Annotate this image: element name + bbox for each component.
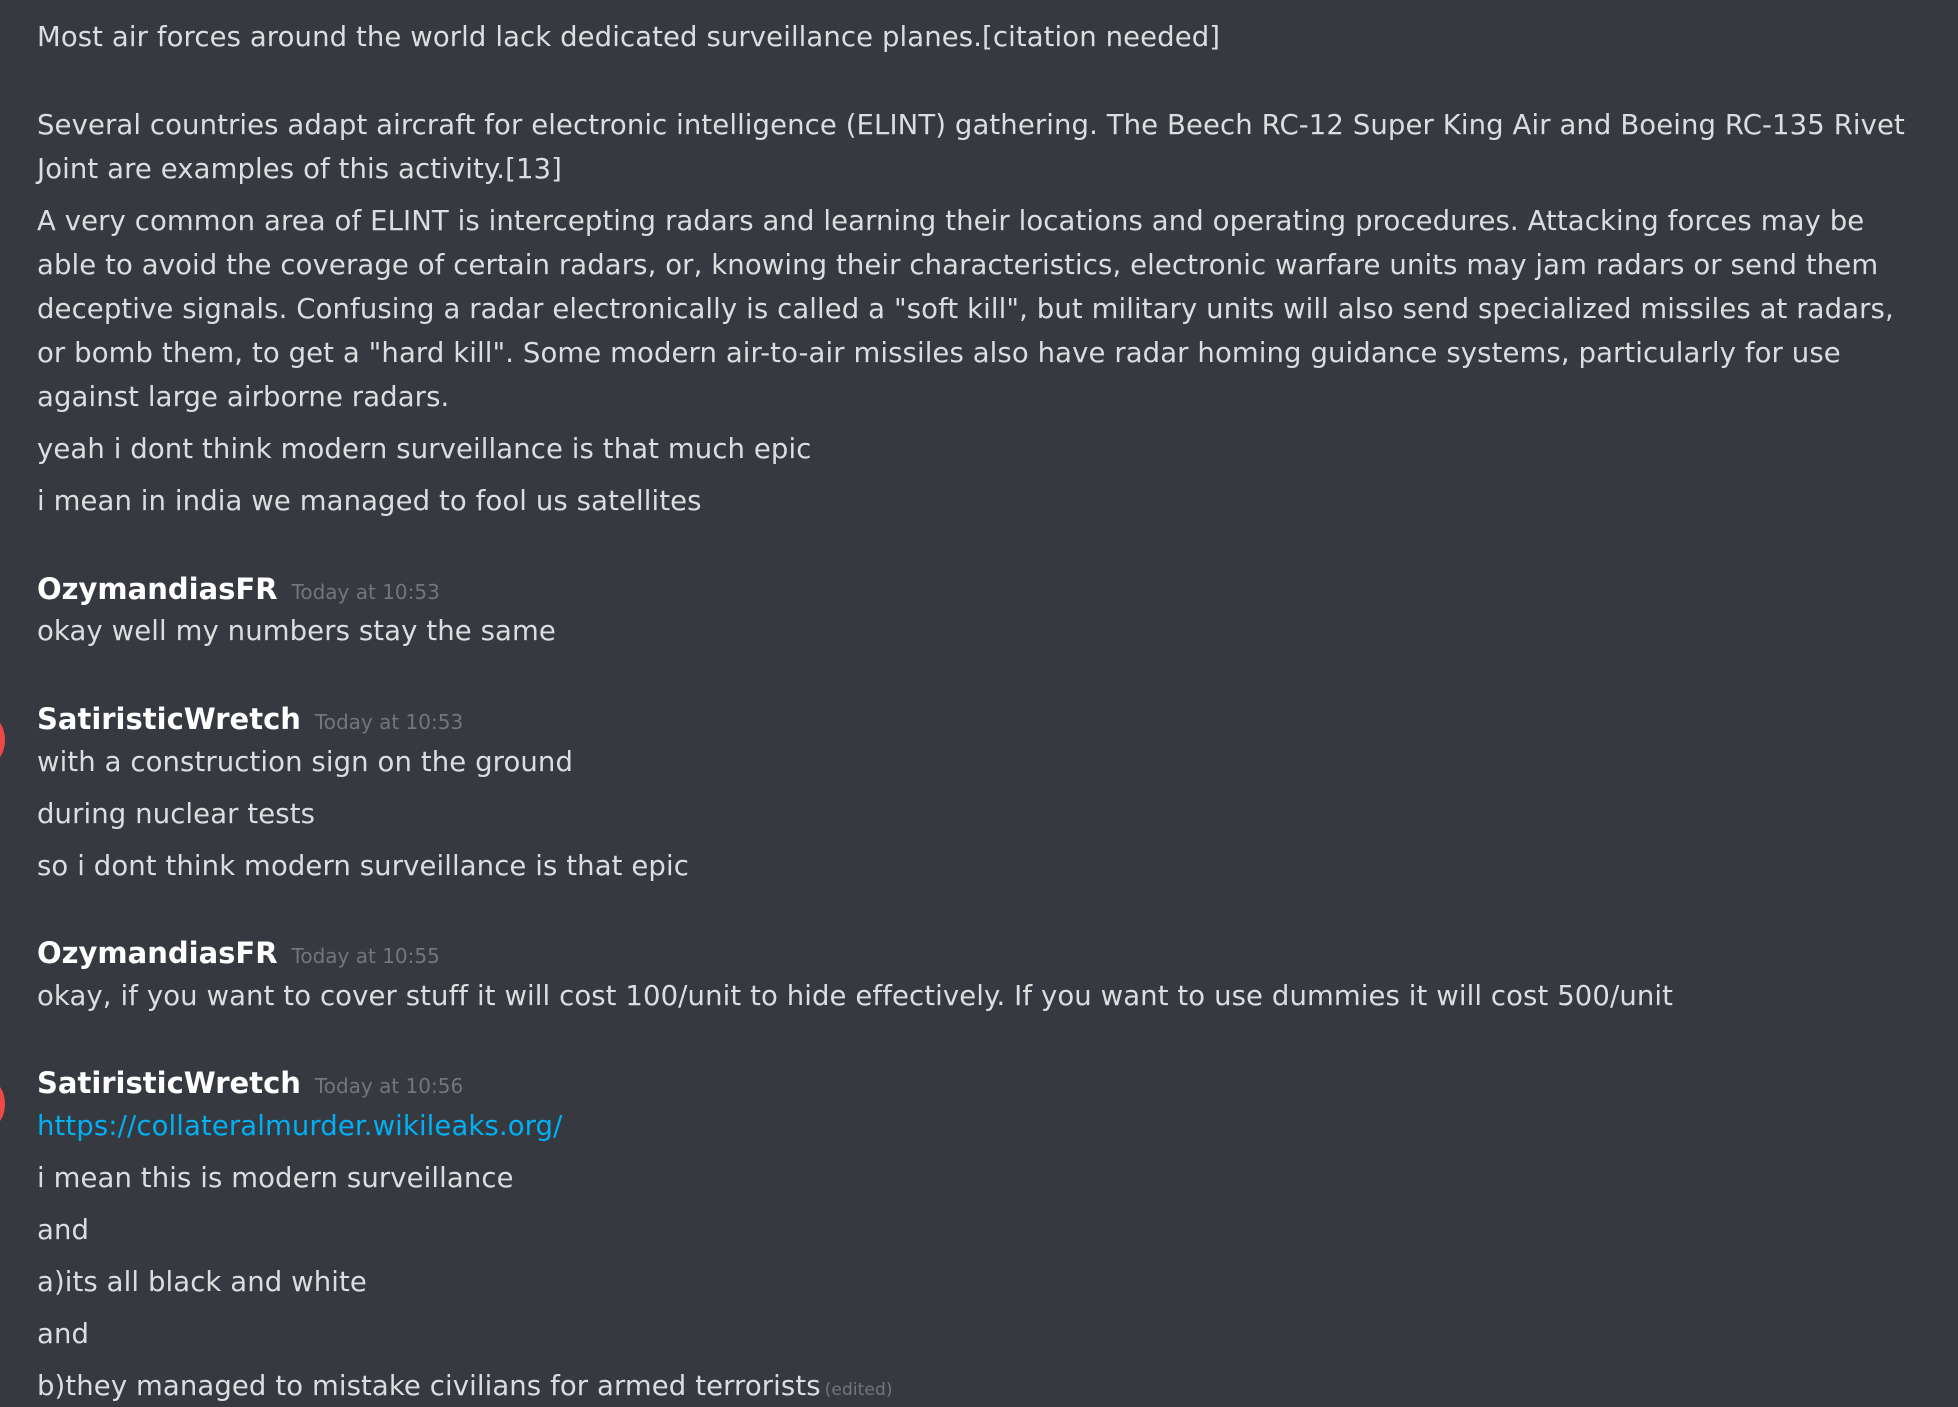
- message-text: a)its all black and white: [37, 1266, 367, 1298]
- message-link[interactable]: https://collateralmurder.wikileaks.org/: [37, 1110, 562, 1142]
- message-text: i mean this is modern surveillance: [37, 1162, 514, 1194]
- message-header: OzymandiasFR Today at 10:53: [37, 567, 440, 611]
- message-text: with a construction sign on the ground: [37, 746, 573, 778]
- message-text: A very common area of ELINT is intercept…: [37, 205, 1894, 413]
- message-header: SatiristicWretch Today at 10:53: [37, 697, 463, 741]
- user-avatar[interactable]: [0, 718, 5, 762]
- message-text: Most air forces around the world lack de…: [37, 21, 1221, 53]
- message-text: during nuclear tests: [37, 798, 316, 830]
- message-header: SatiristicWretch Today at 10:56: [37, 1061, 463, 1105]
- message-timestamp: Today at 10:53: [291, 580, 440, 604]
- message-text: b)they managed to mistake civilians for …: [37, 1370, 821, 1402]
- username[interactable]: SatiristicWretch: [37, 1066, 301, 1100]
- message-text: okay, if you want to cover stuff it will…: [37, 980, 1674, 1012]
- message-text: and: [37, 1214, 90, 1246]
- message-row: b)they managed to mistake civilians for …: [37, 1364, 893, 1407]
- username[interactable]: OzymandiasFR: [37, 936, 278, 970]
- username[interactable]: SatiristicWretch: [37, 702, 301, 736]
- message-text: yeah i dont think modern surveillance is…: [37, 433, 812, 465]
- message-link-row: https://collateralmurder.wikileaks.org/: [37, 1104, 562, 1148]
- message-text: so i dont think modern surveillance is t…: [37, 850, 689, 882]
- message-text: and: [37, 1318, 90, 1350]
- username[interactable]: OzymandiasFR: [37, 572, 278, 606]
- message-text: Several countries adapt aircraft for ele…: [37, 109, 1905, 185]
- chat-message-list[interactable]: Most air forces around the world lack de…: [0, 0, 1958, 1407]
- message-text: okay well my numbers stay the same: [37, 615, 556, 647]
- message-header: OzymandiasFR Today at 10:55: [37, 931, 440, 975]
- message-timestamp: Today at 10:56: [314, 1074, 464, 1098]
- message-text: i mean in india we managed to fool us sa…: [37, 485, 702, 517]
- user-avatar[interactable]: [0, 1082, 5, 1126]
- edited-label: (edited): [824, 1380, 893, 1400]
- message-timestamp: Today at 10:53: [314, 710, 464, 734]
- message-timestamp: Today at 10:55: [291, 944, 440, 968]
